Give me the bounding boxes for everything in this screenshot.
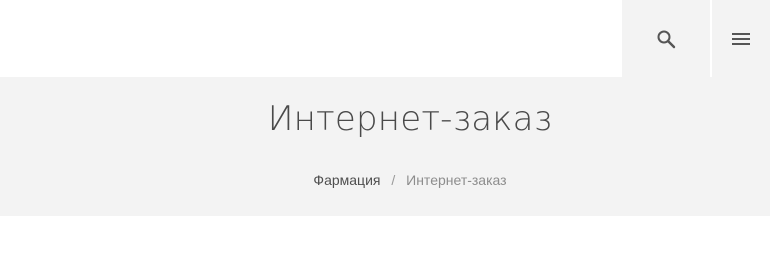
header-actions — [622, 0, 770, 77]
breadcrumb: Фармация / Интернет-заказ — [0, 172, 770, 188]
breadcrumb-current: Интернет-заказ — [406, 172, 507, 188]
page: Интернет-заказ Фармация / Интернет-заказ — [0, 0, 770, 262]
breadcrumb-link-parent[interactable]: Фармация — [313, 172, 380, 188]
breadcrumb-separator: / — [391, 172, 396, 188]
page-title-band: Интернет-заказ Фармация / Интернет-заказ — [0, 77, 770, 216]
menu-button[interactable] — [712, 0, 770, 77]
page-title: Интернет-заказ — [267, 99, 553, 139]
search-icon — [656, 29, 676, 49]
hamburger-menu-icon — [731, 31, 751, 47]
search-button[interactable] — [622, 0, 710, 77]
site-header — [0, 0, 770, 77]
